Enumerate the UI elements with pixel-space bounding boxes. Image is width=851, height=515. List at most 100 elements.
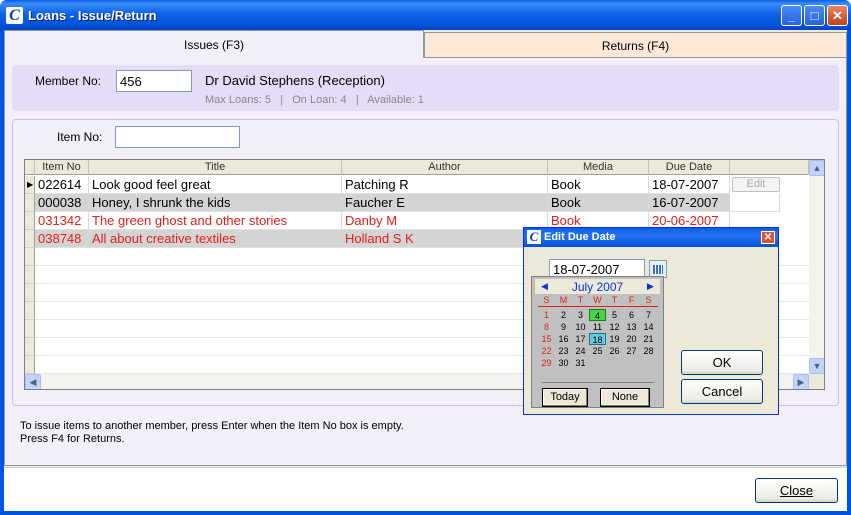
dow-label: S xyxy=(543,295,550,305)
column-header-media[interactable]: Media xyxy=(548,160,649,175)
scroll-left-icon[interactable]: ◀ xyxy=(25,374,41,389)
today-button[interactable]: Today xyxy=(542,388,588,407)
window-close-button[interactable]: ✕ xyxy=(827,5,848,26)
calendar-day[interactable]: 28 xyxy=(640,345,657,357)
calendar-day[interactable]: 4 xyxy=(589,309,606,321)
scroll-down-icon[interactable]: ▼ xyxy=(809,358,824,374)
row-indicator xyxy=(25,212,35,230)
calendar-day[interactable]: 26 xyxy=(606,345,623,357)
calendar-day[interactable]: 1 xyxy=(538,309,555,321)
bottom-button-bar: Close xyxy=(4,467,847,511)
calendar-day[interactable]: 22 xyxy=(538,345,555,357)
tab-returns[interactable]: Returns (F4) xyxy=(424,32,847,58)
calendar-day-empty xyxy=(589,357,606,369)
edit-due-date-button[interactable]: Edit xyxy=(732,177,780,192)
calendar-day[interactable]: 7 xyxy=(640,309,657,321)
item-no-input[interactable] xyxy=(115,126,240,148)
member-loan-stats: Max Loans: 5 | On Loan: 4 | Available: 1 xyxy=(205,94,424,106)
calendar-day-empty xyxy=(640,357,657,369)
scroll-up-icon[interactable]: ▲ xyxy=(809,160,824,176)
calendar-day[interactable]: 21 xyxy=(640,333,657,345)
cell-author: Holland S K xyxy=(342,230,548,248)
table-row[interactable]: 000038 Honey, I shrunk the kids Faucher … xyxy=(25,194,809,212)
calendar-day[interactable]: 8 xyxy=(538,321,555,333)
calendar-month[interactable]: July 2007 xyxy=(535,280,660,294)
calendar-day[interactable]: 31 xyxy=(572,357,589,369)
column-header-action xyxy=(730,160,809,175)
calendar-divider xyxy=(538,306,658,307)
calendar-day[interactable]: 25 xyxy=(589,345,606,357)
calendar-header: ◀ July 2007 ▶ xyxy=(535,279,660,294)
dow-label: T xyxy=(611,295,618,305)
cell-media: Book xyxy=(548,176,649,194)
calendar-day[interactable]: 2 xyxy=(555,309,572,321)
calendar-day[interactable]: 14 xyxy=(640,321,657,333)
column-header-due-date[interactable]: Due Date xyxy=(649,160,730,175)
calendar-day[interactable]: 13 xyxy=(623,321,640,333)
calendar-day[interactable]: 9 xyxy=(555,321,572,333)
none-button[interactable]: None xyxy=(600,388,650,407)
calendar-day[interactable]: 16 xyxy=(555,333,572,345)
cell-media: Book xyxy=(548,194,649,212)
calendar-day[interactable]: 19 xyxy=(606,333,623,345)
cell-action xyxy=(730,194,780,212)
calendar-day[interactable]: 15 xyxy=(538,333,555,345)
dialog-title: Edit Due Date xyxy=(544,231,616,243)
dialog-close-icon[interactable]: ✕ xyxy=(761,231,775,244)
calendar-day[interactable]: 5 xyxy=(606,309,623,321)
calendar-day[interactable]: 18 xyxy=(589,333,606,345)
calendar-day[interactable]: 12 xyxy=(606,321,623,333)
calendar-day[interactable]: 10 xyxy=(572,321,589,333)
ok-button[interactable]: OK xyxy=(681,350,763,375)
title-bar[interactable]: C Loans - Issue/Return _ □ ✕ xyxy=(0,0,851,30)
calendar-day[interactable]: 24 xyxy=(572,345,589,357)
dialog-title-bar[interactable]: C Edit Due Date ✕ xyxy=(524,228,778,247)
cell-title: Honey, I shrunk the kids xyxy=(89,194,342,212)
calendar-day[interactable]: 20 xyxy=(623,333,640,345)
minimize-button[interactable]: _ xyxy=(781,5,802,26)
tab-issues[interactable]: Issues (F3) xyxy=(4,30,424,59)
calendar-day[interactable]: 11 xyxy=(589,321,606,333)
calendar-day[interactable]: 23 xyxy=(555,345,572,357)
table-row[interactable]: ▶ 022614 Look good feel great Patching R… xyxy=(25,176,809,194)
cell-title: All about creative textiles xyxy=(89,230,342,248)
hint-returns: Press F4 for Returns. xyxy=(20,433,125,445)
cell-title: Look good feel great xyxy=(89,176,342,194)
cell-item-no: 000038 xyxy=(35,194,89,212)
column-header-item-no[interactable]: Item No xyxy=(35,160,89,175)
member-no-input[interactable] xyxy=(116,70,192,92)
calendar-day[interactable]: 30 xyxy=(555,357,572,369)
calendar-day[interactable]: 29 xyxy=(538,357,555,369)
calendar-day[interactable]: 17 xyxy=(572,333,589,345)
calendar-dropdown: ◀ July 2007 ▶ S M T W T F S 1 2 3 4 5 6 7 8 9 10 1… xyxy=(531,276,664,408)
current-row-indicator: ▶ xyxy=(25,176,35,194)
calendar-day-empty xyxy=(606,357,623,369)
next-month-icon[interactable]: ▶ xyxy=(647,281,654,292)
vertical-scrollbar[interactable]: ▲ ▼ xyxy=(809,160,824,374)
column-header-title[interactable]: Title xyxy=(89,160,342,175)
cell-item-no: 022614 xyxy=(35,176,89,194)
calendar-day[interactable]: 27 xyxy=(623,345,640,357)
calendar-day[interactable]: 3 xyxy=(572,309,589,321)
member-section: Member No: Dr David Stephens (Reception)… xyxy=(12,65,839,111)
window-title: Loans - Issue/Return xyxy=(28,8,157,23)
dow-label: F xyxy=(628,295,635,305)
cell-item-no: 031342 xyxy=(35,212,89,230)
maximize-button[interactable]: □ xyxy=(804,5,825,26)
item-no-label: Item No: xyxy=(57,130,103,144)
row-indicator xyxy=(25,194,35,212)
cancel-button[interactable]: Cancel xyxy=(681,379,763,404)
column-header-author[interactable]: Author xyxy=(342,160,548,175)
scroll-right-icon[interactable]: ▶ xyxy=(793,374,809,389)
close-button[interactable]: Close xyxy=(755,478,838,503)
cell-item-no: 038748 xyxy=(35,230,89,248)
dow-label: T xyxy=(577,295,584,305)
dow-label: S xyxy=(645,295,652,305)
cell-author: Faucher E xyxy=(342,194,548,212)
header-indicator xyxy=(25,160,35,175)
edit-due-date-dialog: C Edit Due Date ✕ ◀ July 2007 ▶ S M T W … xyxy=(523,227,779,415)
calendar-separator xyxy=(542,382,654,383)
cell-title: The green ghost and other stories xyxy=(89,212,342,230)
calendar-day-empty xyxy=(623,357,640,369)
calendar-day[interactable]: 6 xyxy=(623,309,640,321)
